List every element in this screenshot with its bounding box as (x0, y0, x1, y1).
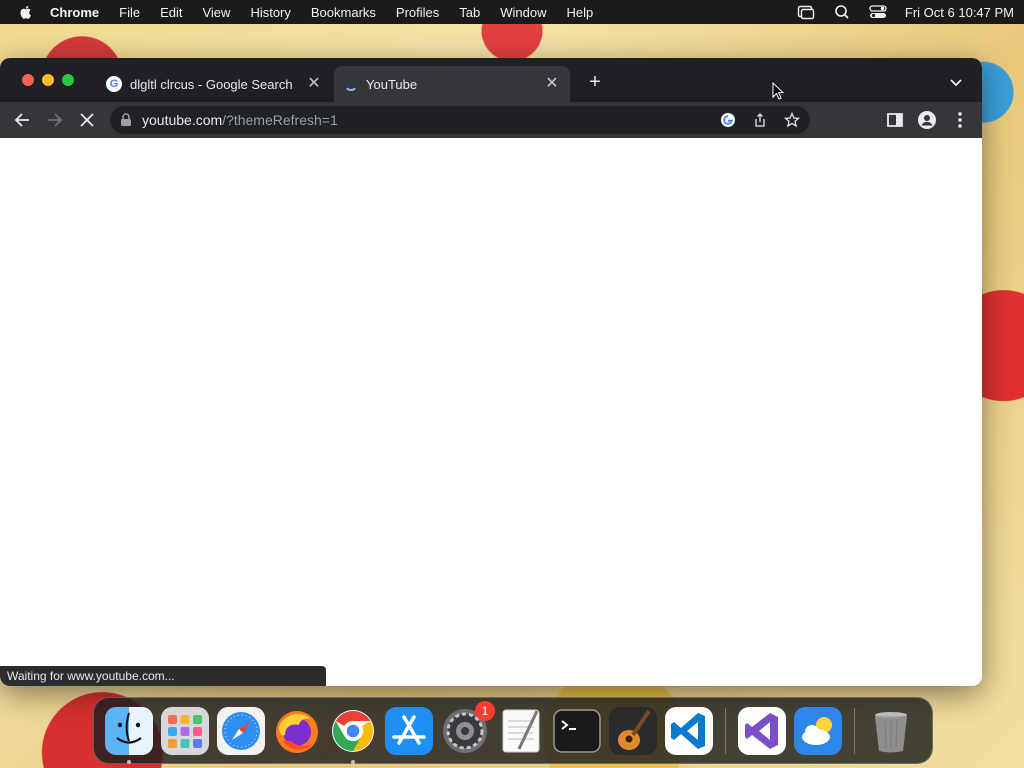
forward-arrow-icon[interactable] (45, 110, 65, 130)
dock-safari[interactable] (217, 706, 265, 755)
running-indicator (127, 759, 131, 764)
running-indicator (351, 759, 355, 764)
dock-garageband[interactable] (609, 706, 657, 755)
safari-icon (217, 706, 265, 755)
menu-file[interactable]: File (119, 5, 140, 20)
chrome-window: G dlgltl clrcus - Google Search ✕ YouTub… (0, 58, 982, 686)
google-g-icon: G (106, 76, 122, 92)
dock-weather[interactable] (794, 706, 842, 755)
launchpad-icon (161, 706, 209, 755)
dock-finder[interactable] (105, 706, 153, 764)
menu-app-name[interactable]: Chrome (50, 5, 99, 20)
notification-badge: 1 (475, 700, 495, 721)
textedit-icon (502, 709, 540, 752)
tab-strip: G dlgltl clrcus - Google Search ✕ YouTub… (0, 58, 982, 102)
window-close-button[interactable] (22, 74, 34, 86)
tab-title: dlgltl clrcus - Google Search (130, 76, 293, 92)
spotlight-search-icon[interactable] (833, 4, 851, 20)
url-path: /?themeRefresh=1 (222, 112, 338, 128)
window-maximize-button[interactable] (62, 74, 74, 86)
tab-google-search[interactable]: G dlgltl clrcus - Google Search ✕ (96, 66, 332, 102)
trash-icon (875, 711, 907, 752)
window-minimize-button[interactable] (42, 74, 54, 86)
menu-tab[interactable]: Tab (459, 5, 480, 20)
terminal-icon (553, 708, 601, 753)
menu-window[interactable]: Window (500, 5, 546, 20)
share-icon[interactable] (752, 112, 768, 128)
visual-studio-icon (738, 706, 786, 755)
tab-title: YouTube (366, 76, 418, 92)
apple-menu-icon[interactable] (18, 4, 34, 20)
dock-app-store[interactable] (385, 706, 433, 755)
finder-icon (105, 706, 153, 755)
dock-launchpad[interactable] (161, 706, 209, 755)
chrome-icon (332, 709, 374, 752)
page-content[interactable]: Waiting for www.youtube.com... (0, 138, 982, 686)
dock-system-settings[interactable]: 1 (441, 700, 495, 755)
dock-chrome[interactable] (329, 707, 377, 764)
back-arrow-icon[interactable] (12, 110, 32, 130)
dock-trash[interactable] (867, 707, 915, 755)
dock-vscode[interactable] (665, 706, 713, 755)
control-center-icon[interactable] (869, 4, 887, 20)
dock-firefox[interactable] (273, 707, 321, 755)
app-store-icon (385, 706, 433, 755)
google-lens-icon[interactable] (720, 112, 736, 128)
menu-bar-extras: Fri Oct 6 10:47 PM (797, 4, 1014, 20)
url-host: youtube.com (142, 112, 223, 128)
screen-mirroring-icon[interactable] (797, 4, 815, 20)
address-bar-actions (720, 112, 800, 128)
dock-visual-studio[interactable] (738, 706, 786, 755)
side-panel-icon[interactable] (885, 110, 905, 130)
status-bubble: Waiting for www.youtube.com... (0, 666, 326, 686)
tab-search-icon[interactable] (948, 74, 964, 90)
dock-separator (854, 707, 855, 754)
menu-bar: Chrome File Edit View History Bookmarks … (0, 0, 1024, 24)
lock-icon[interactable] (120, 113, 132, 127)
menu-bookmarks[interactable]: Bookmarks (311, 5, 376, 20)
weather-icon (794, 706, 842, 755)
tab-close-icon[interactable]: ✕ (306, 76, 322, 92)
dock-separator (725, 707, 726, 754)
mouse-cursor-icon (772, 82, 784, 100)
dock: 1 (93, 697, 933, 764)
menu-help[interactable]: Help (567, 5, 594, 20)
vscode-icon (665, 706, 713, 755)
dock-terminal[interactable] (553, 707, 601, 755)
new-tab-button[interactable]: + (584, 71, 606, 93)
address-bar[interactable]: youtube.com /?themeRefresh=1 (110, 106, 810, 134)
tab-close-icon[interactable]: ✕ (544, 76, 560, 92)
dock-textedit[interactable] (497, 707, 545, 755)
menu-profiles[interactable]: Profiles (396, 5, 439, 20)
garageband-icon (609, 706, 657, 755)
loading-spinner-icon (344, 77, 358, 91)
firefox-icon (276, 710, 318, 753)
menu-history[interactable]: History (250, 5, 290, 20)
stop-loading-icon[interactable] (77, 110, 97, 130)
profile-avatar-icon[interactable] (917, 110, 937, 130)
menu-bar-clock[interactable]: Fri Oct 6 10:47 PM (905, 5, 1014, 20)
tab-youtube[interactable]: YouTube ✕ (334, 66, 570, 102)
browser-toolbar: youtube.com /?themeRefresh=1 (0, 102, 982, 138)
bookmark-star-icon[interactable] (784, 112, 800, 128)
more-menu-icon[interactable] (950, 110, 970, 130)
menu-edit[interactable]: Edit (160, 5, 182, 20)
menu-view[interactable]: View (202, 5, 230, 20)
